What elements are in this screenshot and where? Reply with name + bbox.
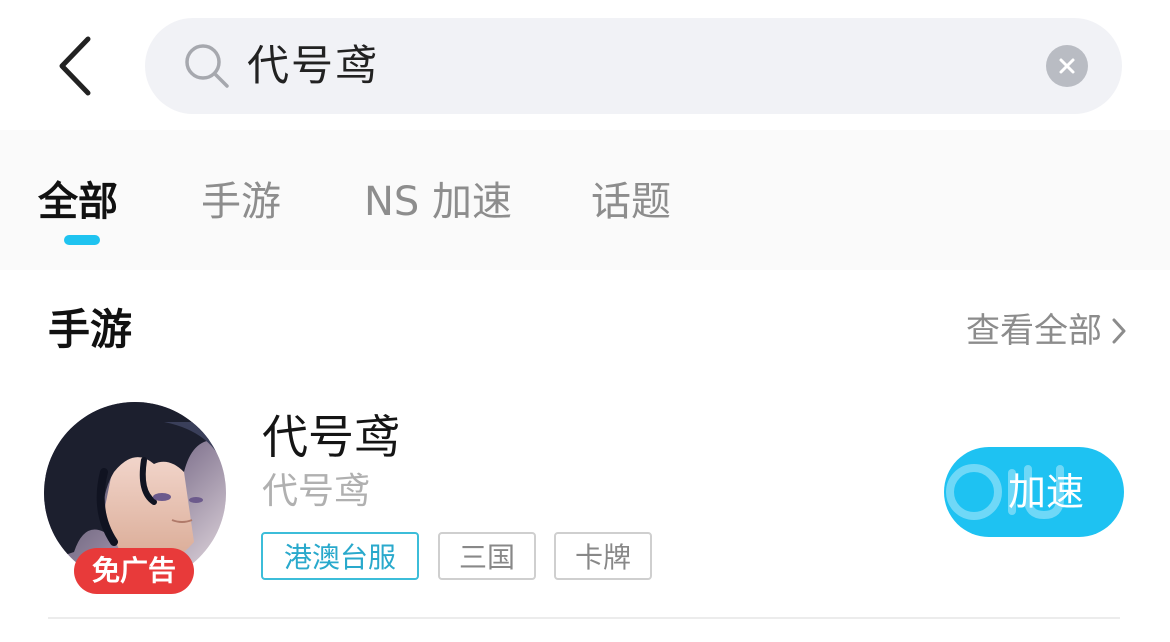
tag-genre-card: 卡牌 — [554, 532, 652, 580]
header: 代号鸢 — [0, 0, 1170, 130]
close-icon — [1059, 58, 1075, 74]
clear-search-button[interactable] — [1046, 45, 1088, 87]
search-input[interactable]: 代号鸢 — [145, 18, 1122, 114]
search-results-page: 代号鸢 全部 手游 NS 加速 话题 手游 查看全部 免广告 代号鸢 代号鸢 港… — [0, 0, 1170, 642]
section-title: 手游 — [48, 305, 133, 354]
view-all-link[interactable]: 查看全部 — [966, 306, 1126, 356]
chevron-right-icon — [1112, 318, 1126, 344]
tag-region: 港澳台服 — [261, 532, 419, 580]
game-subtitle: 代号鸢 — [262, 471, 371, 512]
game-list-item[interactable]: 免广告 代号鸢 代号鸢 港澳台服 三国 卡牌 加速 — [0, 390, 1170, 620]
chevron-left-icon — [59, 36, 91, 96]
back-button[interactable] — [44, 28, 106, 104]
tag-genre-three-kingdoms: 三国 — [438, 532, 536, 580]
active-tab-indicator — [64, 235, 100, 245]
divider — [48, 617, 1120, 619]
tab-all[interactable]: 全部 — [38, 174, 118, 230]
search-query-text[interactable]: 代号鸢 — [247, 40, 379, 92]
boost-button-label: 加速 — [1007, 470, 1084, 514]
result-tabs: 全部 手游 NS 加速 话题 — [0, 130, 1170, 270]
ad-free-badge: 免广告 — [74, 548, 194, 594]
boost-button[interactable]: 加速 — [944, 447, 1124, 537]
tab-topics[interactable]: 话题 — [591, 174, 671, 230]
view-all-label: 查看全部 — [966, 311, 1102, 351]
search-icon — [185, 44, 229, 88]
game-avatar-wrap: 免广告 — [44, 402, 226, 594]
tab-ns-boost[interactable]: NS 加速 — [364, 174, 512, 230]
game-title: 代号鸢 — [262, 410, 400, 464]
tab-mobile-games[interactable]: 手游 — [201, 174, 281, 230]
